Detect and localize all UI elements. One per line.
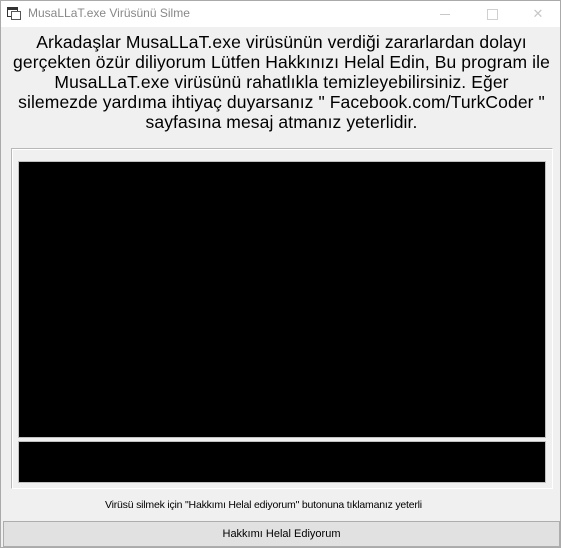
- window-title: MusaLLaT.exe Virüsünü Silme: [28, 6, 190, 20]
- title-bar[interactable]: MusaLLaT.exe Virüsünü Silme ✕: [1, 1, 560, 27]
- message-line: MusaLLaT.exe virüsünü rahatlıkla temizle…: [54, 72, 509, 92]
- minimize-button[interactable]: [422, 1, 468, 27]
- message-line: Arkadaşlar MusaLLaT.exe virüsünün verdiğ…: [36, 32, 527, 52]
- main-window: MusaLLaT.exe Virüsünü Silme ✕ Arkadaşlar…: [0, 0, 561, 548]
- minimize-icon: [440, 13, 450, 15]
- message-line: gerçekten özür diliyorum Lütfen Hakkınız…: [13, 52, 550, 72]
- output-display: [18, 161, 546, 438]
- message-line: silemezde yardıma ihtiyaç duyarsanız " F…: [18, 92, 545, 112]
- helal-button[interactable]: Hakkımı Helal Ediyorum: [3, 521, 560, 547]
- status-display: [18, 441, 546, 483]
- app-window-icon: [7, 7, 21, 20]
- maximize-icon: [486, 8, 498, 20]
- message-label: Arkadaşlar MusaLLaT.exe virüsünün verdiğ…: [10, 32, 553, 137]
- close-icon: ✕: [532, 6, 544, 21]
- message-line: sayfasına mesaj atmanız yeterlidir.: [145, 112, 418, 132]
- maximize-button[interactable]: [469, 1, 515, 27]
- hint-label: Virüsü silmek için "Hakkımı Helal ediyor…: [105, 499, 422, 511]
- close-button[interactable]: ✕: [515, 1, 561, 27]
